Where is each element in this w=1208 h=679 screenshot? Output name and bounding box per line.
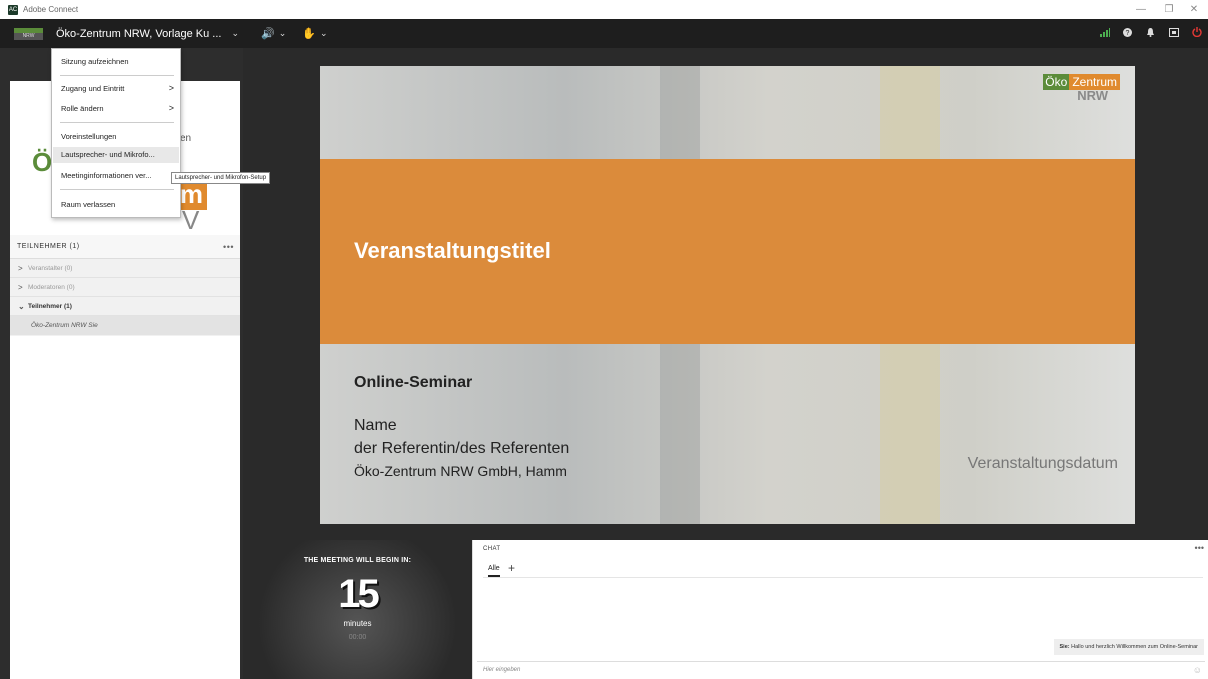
attendee-group-hosts[interactable]: > Veranstalter (0) (10, 259, 240, 278)
chat-message: Sie: Hallo und herzlich Willkommen zum O… (1053, 639, 1204, 655)
logo-partial-o: Ö (32, 147, 53, 177)
menu-item-record-session[interactable]: Sitzung aufzeichnen (61, 57, 129, 66)
slide-logo: Öko Zentrum NRW (1043, 74, 1120, 102)
window-title: Adobe Connect (23, 5, 79, 14)
slide-event-title: Veranstaltungstitel (354, 238, 551, 263)
power-icon[interactable] (1185, 27, 1208, 40)
meeting-toolbar: NRW Öko-Zentrum NRW, Vorlage Ku ... ⌄ 🔊 … (0, 19, 1208, 48)
chat-add-tab-icon[interactable]: + (508, 561, 515, 575)
chat-tab-all[interactable]: Alle (488, 565, 500, 577)
speaker-icon[interactable]: 🔊 (261, 27, 275, 40)
signal-icon[interactable] (1093, 27, 1116, 40)
chat-message-text: Hallo und herzlich Willkommen zum Online… (1071, 644, 1198, 650)
chat-title: CHAT (483, 546, 501, 552)
chevron-right-icon: > (18, 282, 23, 292)
attendees-pod: TEILNEHMER (1) ••• > Veranstalter (0) > … (10, 235, 240, 679)
brand-logo: NRW (14, 27, 43, 40)
logo-partial-v: V (182, 205, 200, 235)
notifications-icon[interactable] (1139, 27, 1162, 40)
slide-subtitle: Online-Seminar (354, 374, 473, 391)
share-pod: Öko Zentrum NRW Veranstaltungstitel Onlin… (243, 48, 1208, 540)
attendee-list-item[interactable]: Öko-Zentrum NRW Sie (10, 316, 240, 335)
adobe-connect-app-icon: AC (8, 4, 18, 15)
slide-organization: Öko-Zentrum NRW GmbH, Hamm (354, 463, 567, 479)
chevron-down-icon[interactable]: ⌄ (279, 28, 287, 39)
chevron-down-icon: ⌄ (18, 301, 25, 311)
help-icon[interactable]: ? (1116, 27, 1139, 40)
slide-speaker-role: der Referentin/des Referenten (354, 440, 570, 457)
chat-input[interactable]: Hier eingeben (483, 667, 520, 673)
attendee-group-participants[interactable]: ⌄ Teilnehmer (1) (10, 297, 240, 316)
presentation-slide: Öko Zentrum NRW Veranstaltungstitel Onlin… (320, 66, 1135, 524)
chat-message-sender: Sie: (1059, 644, 1070, 650)
countdown-title: THE MEETING WILL BEGIN IN: (303, 557, 412, 564)
chevron-down-icon[interactable]: ⌄ (320, 28, 328, 39)
countdown-unit: minutes (343, 619, 372, 628)
chevron-right-icon: > (168, 83, 174, 93)
countdown-pod: THE MEETING WILL BEGIN IN: 15 minutes 00… (243, 540, 472, 679)
minimize-button[interactable]: — (1131, 0, 1151, 19)
menu-item-meeting-info[interactable]: Meetinginformationen ver... (61, 171, 151, 180)
countdown-number: 15 (338, 572, 380, 616)
slide-date: Veranstaltungsdatum (967, 455, 1118, 472)
fullscreen-icon[interactable] (1162, 27, 1185, 40)
emoji-icon[interactable]: ☺ (1193, 665, 1202, 675)
chevron-down-icon[interactable]: ⌄ (231, 28, 239, 39)
attendees-more-icon[interactable]: ••• (223, 242, 234, 252)
menu-item-change-role[interactable]: Rolle ändern (61, 104, 104, 113)
menu-item-speaker-mic-setup[interactable]: Lautsprecher- und Mikrofo... (53, 147, 179, 163)
room-name-menu[interactable]: Öko-Zentrum NRW, Vorlage Ku ... (56, 28, 221, 40)
chat-pod: CHAT ••• Alle + Sie: Hallo und herzlich … (472, 540, 1208, 679)
menu-item-access-entry[interactable]: Zugang und Eintritt (61, 84, 124, 93)
slide-speaker-name: Name (354, 417, 397, 434)
close-button[interactable]: ✕ (1184, 0, 1204, 19)
restore-button[interactable]: ❐ (1159, 0, 1179, 19)
svg-text:?: ? (1126, 30, 1130, 37)
attendees-title: TEILNEHMER (1) (17, 243, 80, 250)
chevron-right-icon: > (18, 263, 23, 273)
chevron-right-icon: > (168, 103, 174, 113)
room-menu-dropdown: Sitzung aufzeichnen Zugang und Eintritt … (51, 48, 181, 218)
chat-more-icon[interactable]: ••• (1195, 543, 1204, 553)
logo-partial-en: en (180, 133, 192, 144)
attendees-empty-area (10, 336, 240, 679)
attendees-header: TEILNEHMER (1) ••• (10, 235, 240, 259)
menu-item-leave-room[interactable]: Raum verlassen (61, 200, 115, 209)
raise-hand-icon[interactable]: ✋ (302, 27, 316, 40)
attendee-group-presenters[interactable]: > Moderatoren (0) (10, 278, 240, 297)
window-titlebar: AC Adobe Connect — ❐ ✕ (0, 0, 1208, 19)
menu-item-preferences[interactable]: Voreinstellungen (61, 132, 116, 141)
tooltip: Lautsprecher- und Mikrofon-Setup (171, 172, 271, 184)
countdown-time: 00:00 (348, 634, 367, 641)
